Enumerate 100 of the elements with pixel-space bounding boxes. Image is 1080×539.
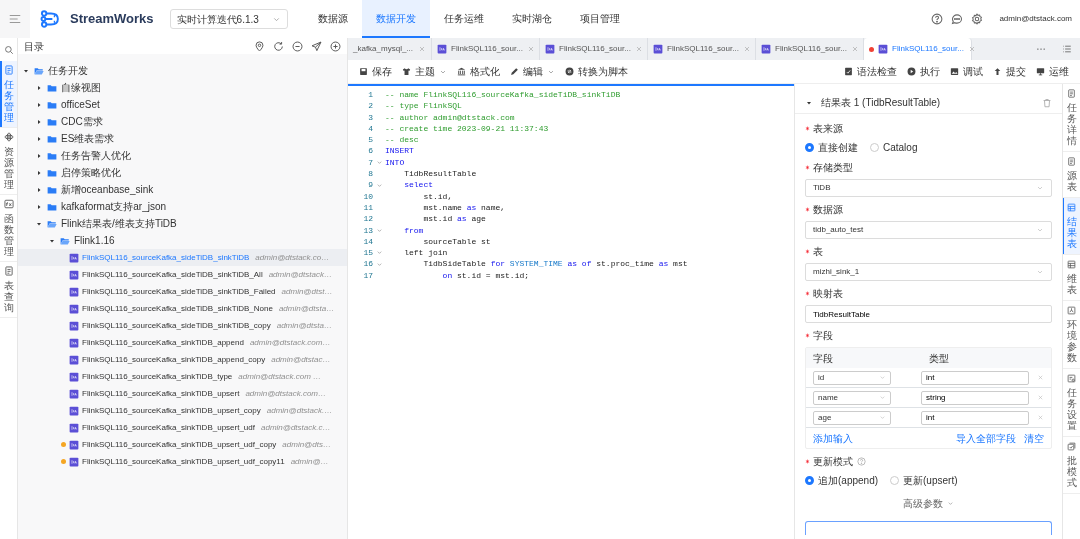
- open-folder-icon: [47, 218, 57, 229]
- sidebar-tab[interactable]: 资源管理: [0, 128, 17, 195]
- sidebar-tab[interactable]: 表查询: [0, 262, 17, 318]
- radio-option[interactable]: 追加(append): [805, 473, 891, 488]
- tree-folder[interactable]: Flink1.16: [18, 232, 347, 249]
- tree-item[interactable]: FlinkSQL116_sourceKafka_sinkTiDB_type admin@dtstack.com …: [18, 368, 347, 385]
- add-link[interactable]: 添加输入: [813, 430, 853, 446]
- toolbar-button[interactable]: 主题: [397, 64, 452, 79]
- tree-item[interactable]: FlinkSQL116_sourceKafka_sinkTiDB_append admin@dtstack.com…: [18, 334, 347, 351]
- chat-icon[interactable]: [951, 13, 964, 25]
- menu-icon[interactable]: [8, 12, 22, 26]
- sidebar-tab[interactable]: 任务设置: [1063, 369, 1080, 437]
- editor-tab[interactable]: FlinkSQL116_sour...: [864, 38, 972, 60]
- select-field[interactable]: id: [813, 370, 891, 385]
- sidebar-tab[interactable]: 维表: [1063, 255, 1080, 301]
- line-number: 8: [367, 168, 373, 180]
- caret-right-icon[interactable]: [35, 117, 43, 126]
- tree-folder[interactable]: 任务告警人优化: [18, 147, 347, 164]
- send-icon[interactable]: [311, 40, 322, 52]
- user-name[interactable]: admin@dtstack.com: [999, 13, 1072, 25]
- nav-tab[interactable]: 数据开发: [361, 0, 430, 38]
- author-label: admin@dtst…: [281, 285, 333, 298]
- tree-item[interactable]: FlinkSQL116_sourceKafka_sideTiDB_sinkTiDB admin@dtstack.co…: [18, 249, 347, 266]
- tree-item[interactable]: FlinkSQL116_sourceKafka_sinkTiDB_upsert_udf_copy admin@dts…: [18, 436, 347, 453]
- image-icon: [950, 67, 959, 76]
- code-line: -- author admin@dtstack.com: [385, 111, 515, 123]
- caret-right-icon[interactable]: [35, 168, 43, 177]
- folder-label: 任务告警人优化: [61, 149, 131, 163]
- sidebar-tab[interactable]: 结果表: [1063, 198, 1080, 255]
- collapse-icon[interactable]: [292, 40, 303, 52]
- action-link[interactable]: 清空: [1024, 430, 1044, 446]
- add-icon[interactable]: [330, 40, 341, 52]
- sidebar-tab[interactable]: 批模式: [1063, 437, 1080, 494]
- toolbar-button[interactable]: 编辑: [505, 64, 560, 79]
- nav-tab[interactable]: 实时湖仓: [497, 0, 566, 38]
- radio-option[interactable]: 直接创建: [805, 140, 870, 155]
- input-field[interactable]: string: [921, 390, 1029, 405]
- tree-item[interactable]: FlinkSQL116_sourceKafka_sideTiDB_sinkTiDB_Failed admin@dtst…: [18, 283, 347, 300]
- folder-icon: [47, 133, 57, 144]
- toolbar-button[interactable]: 保存: [354, 64, 397, 79]
- line-number: 3: [367, 111, 373, 123]
- tree-folder[interactable]: 自缘视图: [18, 79, 347, 96]
- toolbar-button[interactable]: 转换为脚本: [560, 64, 633, 79]
- caret-right-icon[interactable]: [35, 151, 43, 160]
- folder-label: 自缘视图: [61, 81, 101, 95]
- tree-item[interactable]: FlinkSQL116_sourceKafka_sideTiDB_sinkTiDB_All admin@dtstack…: [18, 266, 347, 283]
- tree-folder[interactable]: 任务开发: [18, 62, 347, 79]
- toolbar-button[interactable]: 调试: [945, 64, 988, 79]
- select-field[interactable]: age: [813, 410, 891, 425]
- sql-file-icon: [69, 388, 79, 399]
- select-field[interactable]: TiDB: [805, 179, 1052, 197]
- sidebar-tab[interactable]: 任务详情: [1063, 84, 1080, 152]
- radio-option[interactable]: 更新(upsert): [890, 473, 970, 488]
- tree-item[interactable]: FlinkSQL116_sourceKafka_sinkTiDB_upsert admin@dtstack.com…: [18, 385, 347, 402]
- input-field[interactable]: int: [921, 370, 1029, 385]
- help-icon[interactable]: [931, 13, 944, 25]
- tree-folder[interactable]: 新增oceanbase_sink: [18, 181, 347, 198]
- refresh-icon[interactable]: [273, 40, 284, 52]
- tree-item[interactable]: FlinkSQL116_sourceKafka_sideTiDB_sinkTiDB_None admin@dtsta…: [18, 300, 347, 317]
- tree-folder[interactable]: kafkaformat支持ar_json: [18, 198, 347, 215]
- folder-icon: [47, 99, 57, 110]
- nav-tab[interactable]: 项目管理: [565, 0, 634, 38]
- toolbar-button[interactable]: 语法检查: [839, 64, 902, 79]
- action-link[interactable]: 导入全部字段: [956, 430, 1016, 446]
- tree-item[interactable]: FlinkSQL116_sourceKafka_sinkTiDB_append_copy admin@dtstac…: [18, 351, 347, 368]
- tree-folder[interactable]: CDC需求: [18, 113, 347, 130]
- select-field[interactable]: name: [813, 390, 891, 405]
- radio-option[interactable]: Catalog: [870, 140, 930, 155]
- location-pin-icon[interactable]: [254, 40, 265, 52]
- tree-folder[interactable]: ES维表需求: [18, 130, 347, 147]
- sidebar-tab[interactable]: 环境参数: [1063, 301, 1080, 369]
- caret-right-icon[interactable]: [35, 202, 43, 211]
- toolbar-button[interactable]: 运维: [1031, 64, 1074, 79]
- select-field[interactable]: mizhi_sink_1: [805, 263, 1052, 281]
- tree-item[interactable]: FlinkSQL116_sourceKafka_sinkTiDB_upsert_udf admin@dtstack.c…: [18, 419, 347, 436]
- caret-right-icon[interactable]: [35, 185, 43, 194]
- tree-item[interactable]: FlinkSQL116_sourceKafka_sinkTiDB_upsert_udf_copy11 admin@…: [18, 453, 347, 470]
- search-icon[interactable]: [3, 45, 14, 56]
- tree-item[interactable]: FlinkSQL116_sourceKafka_sinkTiDB_upsert_copy admin@dtstack.…: [18, 402, 347, 419]
- caret-right-icon[interactable]: [35, 134, 43, 143]
- input-field[interactable]: int: [921, 410, 1029, 425]
- sidebar-tab[interactable]: 任务管理: [0, 61, 17, 128]
- advanced-toggle[interactable]: 高级参数: [903, 496, 954, 511]
- nav-tab[interactable]: 数据源: [303, 0, 362, 38]
- caret-right-icon[interactable]: [35, 100, 43, 109]
- input-field[interactable]: TidbResultTable: [805, 305, 1052, 323]
- select-field[interactable]: tidb_auto_test: [805, 221, 1052, 239]
- caret-right-icon[interactable]: [35, 83, 43, 92]
- sidebar-tab[interactable]: 函数管理: [0, 195, 17, 262]
- toolbar-button[interactable]: 格式化: [452, 64, 505, 79]
- toolbar-button[interactable]: 执行: [902, 64, 945, 79]
- settings-icon[interactable]: [971, 13, 984, 25]
- project-select[interactable]: 实时计算迭代6.1.3: [169, 9, 288, 29]
- tree-folder[interactable]: officeSet: [18, 96, 347, 113]
- nav-tab[interactable]: 任务运维: [429, 0, 498, 38]
- line-number: 13: [362, 224, 373, 236]
- tree-folder[interactable]: 启停策略优化: [18, 164, 347, 181]
- toolbar-button[interactable]: 提交: [988, 64, 1031, 79]
- tree-folder[interactable]: Flink结果表/维表支持TiDB: [18, 215, 347, 232]
- tree-item[interactable]: FlinkSQL116_sourceKafka_sideTiDB_sinkTiDB_copy admin@dtsta…: [18, 317, 347, 334]
